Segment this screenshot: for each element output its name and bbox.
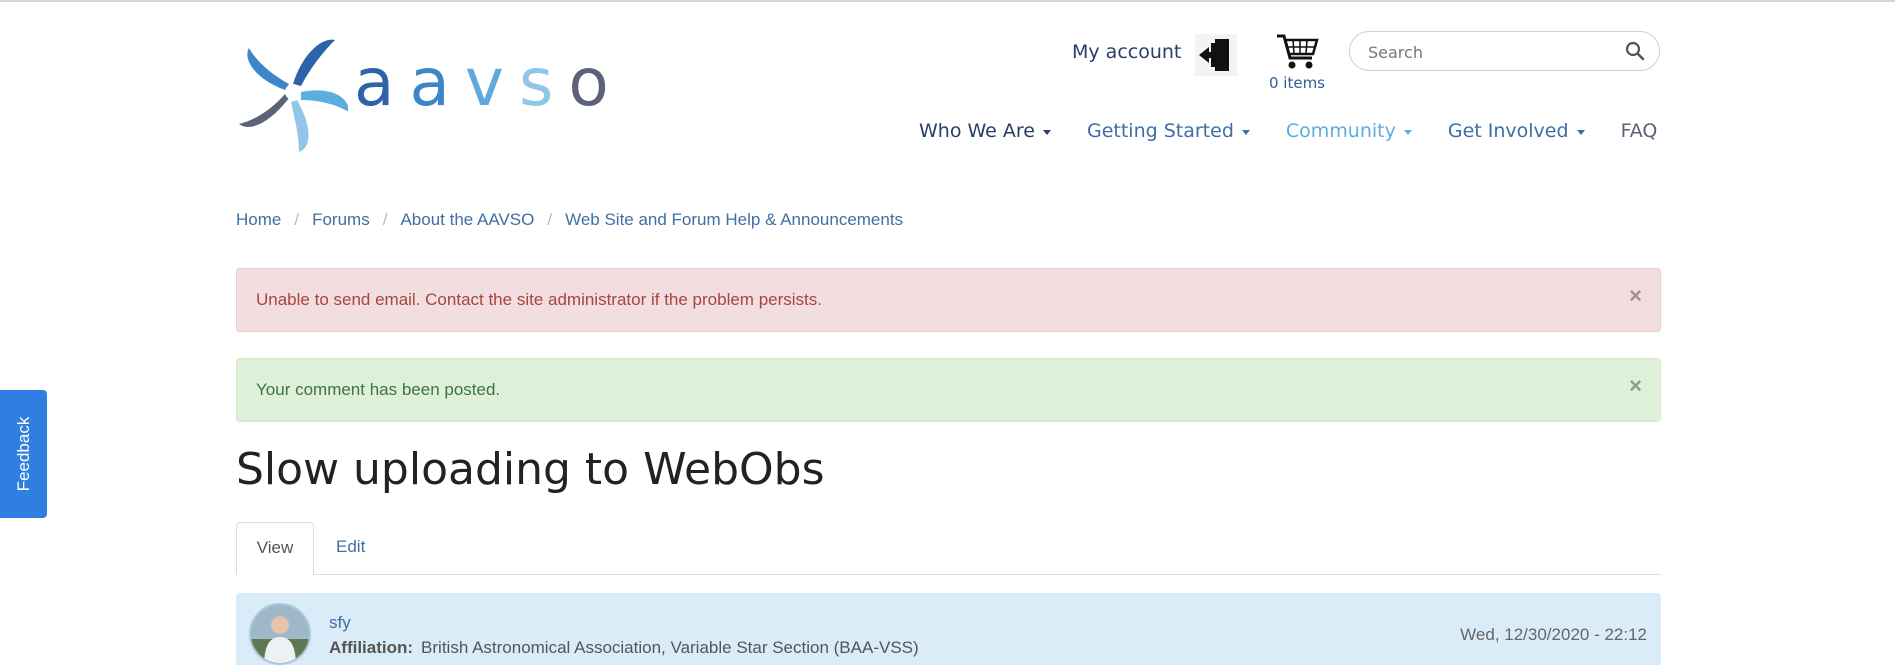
caret-down-icon <box>1576 129 1585 135</box>
search-box <box>1349 31 1660 71</box>
comment-header: sfy Affiliation: British Astronomical Ass… <box>236 593 1661 665</box>
success-alert: Your comment has been posted. × <box>236 358 1661 422</box>
comment-author-link[interactable]: sfy <box>329 613 351 633</box>
nav-who-we-are[interactable]: Who We Are <box>919 118 1051 144</box>
cart-count: 0 items <box>1268 74 1325 92</box>
cart-icon <box>1277 34 1319 69</box>
comment-date: Wed, 12/30/2020 - 22:12 <box>1460 625 1647 644</box>
success-alert-text: Your comment has been posted. <box>256 380 501 399</box>
cart-link[interactable]: 0 items <box>1264 32 1330 100</box>
breadcrumb-separator: / <box>294 210 300 229</box>
tab-edit[interactable]: Edit <box>336 522 365 575</box>
nav-get-involved[interactable]: Get Involved <box>1448 118 1585 144</box>
breadcrumb-separator: / <box>547 210 553 229</box>
breadcrumb-separator: / <box>382 210 388 229</box>
main-nav: Who We Are Getting Started Community Get… <box>919 118 1657 144</box>
nav-community[interactable]: Community <box>1286 118 1412 144</box>
caret-down-icon <box>1403 129 1412 135</box>
my-account-link[interactable]: My account <box>1072 41 1181 63</box>
logout-icon[interactable] <box>1195 34 1237 76</box>
close-icon[interactable]: × <box>1629 375 1642 397</box>
top-border <box>0 0 1895 2</box>
breadcrumb-about-aavso[interactable]: About the AAVSO <box>400 210 534 230</box>
breadcrumb-home[interactable]: Home <box>236 210 281 230</box>
close-icon[interactable]: × <box>1629 285 1642 307</box>
affiliation: Affiliation: British Astronomical Associa… <box>329 638 919 658</box>
affiliation-label: Affiliation: <box>329 638 414 657</box>
feedback-button[interactable]: Feedback <box>0 390 47 518</box>
nav-getting-started[interactable]: Getting Started <box>1087 118 1250 144</box>
nav-faq[interactable]: FAQ <box>1621 118 1658 144</box>
logo-swirl-icon <box>239 39 348 152</box>
content-tabs: View Edit <box>236 522 1661 575</box>
logo-wordmark: aavso <box>354 44 624 121</box>
caret-down-icon <box>1241 129 1250 135</box>
tab-view[interactable]: View <box>236 522 314 575</box>
error-alert: Unable to send email. Contact the site a… <box>236 268 1661 332</box>
page-title: Slow uploading to WebObs <box>236 444 825 495</box>
avatar[interactable] <box>249 603 311 665</box>
search-input[interactable] <box>1366 39 1610 65</box>
breadcrumb-web-site-forum-help[interactable]: Web Site and Forum Help & Announcements <box>565 210 903 230</box>
caret-down-icon <box>1042 129 1051 135</box>
affiliation-value: British Astronomical Association, Variab… <box>421 638 919 657</box>
search-icon[interactable] <box>1625 41 1645 61</box>
breadcrumb-forums[interactable]: Forums <box>312 210 370 230</box>
error-alert-text: Unable to send email. Contact the site a… <box>256 290 822 309</box>
aavso-logo[interactable]: aavso <box>238 32 609 152</box>
breadcrumb: Home / Forums / About the AAVSO / Web Si… <box>236 209 903 231</box>
feedback-label: Feedback <box>13 416 33 492</box>
